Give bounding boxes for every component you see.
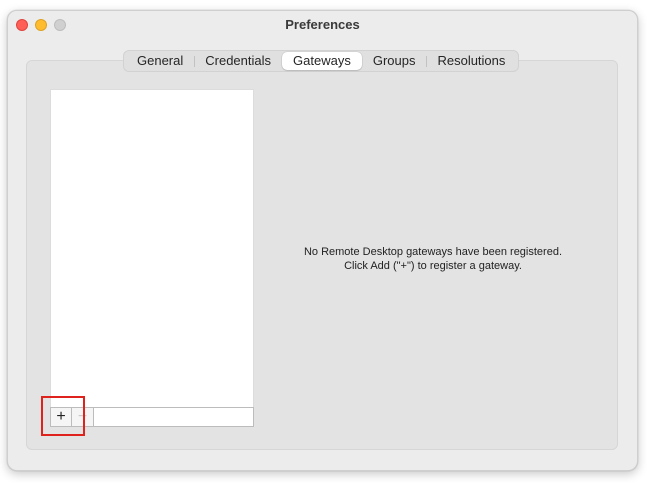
empty-state-line-2: Click Add ("+") to register a gateway. <box>344 260 522 272</box>
tab-general[interactable]: General <box>126 52 194 70</box>
add-button-highlight <box>41 396 85 436</box>
empty-state-line-1: No Remote Desktop gateways have been reg… <box>303 246 563 258</box>
preferences-window: Preferences General Credentials Gateways… <box>7 10 638 471</box>
tab-bar: General Credentials Gateways Groups Reso… <box>123 50 520 72</box>
tab-groups[interactable]: Groups <box>362 52 427 70</box>
tab-gateways[interactable]: Gateways <box>282 52 362 70</box>
tab-resolutions[interactable]: Resolutions <box>426 52 516 70</box>
gateways-list[interactable] <box>50 89 254 407</box>
title-bar: Preferences <box>8 11 637 39</box>
tab-credentials[interactable]: Credentials <box>194 52 282 70</box>
empty-state-message: No Remote Desktop gateways have been reg… <box>268 245 598 273</box>
window-title: Preferences <box>285 17 360 32</box>
